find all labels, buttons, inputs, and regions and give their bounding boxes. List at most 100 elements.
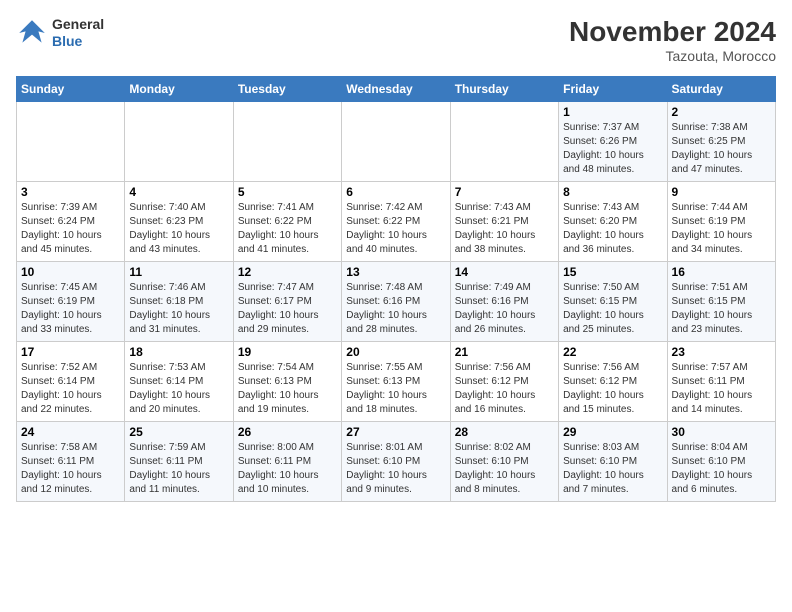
calendar-cell: 26 Sunrise: 8:00 AM Sunset: 6:11 PM Dayli… [233,422,341,502]
page-header: General Blue November 2024 Tazouta, Moro… [16,16,776,64]
location: Tazouta, Morocco [569,48,776,64]
day-number: 10 [21,265,120,279]
calendar-cell: 8 Sunrise: 7:43 AM Sunset: 6:20 PM Daylig… [559,182,667,262]
calendar-week-row: 3 Sunrise: 7:39 AM Sunset: 6:24 PM Daylig… [17,182,776,262]
day-info: Sunrise: 8:04 AM Sunset: 6:10 PM Dayligh… [672,441,771,497]
title-block: November 2024 Tazouta, Morocco [569,16,776,64]
weekday-header: Sunday [17,77,125,102]
calendar-week-row: 24 Sunrise: 7:58 AM Sunset: 6:11 PM Dayli… [17,422,776,502]
day-info: Sunrise: 7:57 AM Sunset: 6:11 PM Dayligh… [672,361,771,417]
day-info: Sunrise: 7:52 AM Sunset: 6:14 PM Dayligh… [21,361,120,417]
day-number: 16 [672,265,771,279]
day-number: 22 [563,345,662,359]
day-number: 18 [129,345,228,359]
day-number: 9 [672,185,771,199]
calendar-cell [125,102,233,182]
day-info: Sunrise: 8:03 AM Sunset: 6:10 PM Dayligh… [563,441,662,497]
calendar-cell: 13 Sunrise: 7:48 AM Sunset: 6:16 PM Dayli… [342,262,450,342]
calendar-cell: 30 Sunrise: 8:04 AM Sunset: 6:10 PM Dayli… [667,422,775,502]
day-number: 5 [238,185,337,199]
calendar-cell [450,102,558,182]
day-info: Sunrise: 7:59 AM Sunset: 6:11 PM Dayligh… [129,441,228,497]
day-info: Sunrise: 8:01 AM Sunset: 6:10 PM Dayligh… [346,441,445,497]
calendar-cell: 10 Sunrise: 7:45 AM Sunset: 6:19 PM Dayli… [17,262,125,342]
day-number: 29 [563,425,662,439]
day-info: Sunrise: 7:49 AM Sunset: 6:16 PM Dayligh… [455,281,554,337]
day-number: 3 [21,185,120,199]
calendar-cell [17,102,125,182]
calendar-cell: 22 Sunrise: 7:56 AM Sunset: 6:12 PM Dayli… [559,342,667,422]
calendar-cell: 4Sunrise: 7:40 AM Sunset: 6:23 PM Daylig… [125,182,233,262]
day-number: 7 [455,185,554,199]
day-info: Sunrise: 7:43 AM Sunset: 6:21 PM Dayligh… [455,201,554,257]
day-number: 1 [563,105,662,119]
day-number: 2 [672,105,771,119]
day-info: Sunrise: 7:58 AM Sunset: 6:11 PM Dayligh… [21,441,120,497]
calendar-cell: 24 Sunrise: 7:58 AM Sunset: 6:11 PM Dayli… [17,422,125,502]
calendar-table: SundayMondayTuesdayWednesdayThursdayFrid… [16,76,776,502]
calendar-cell [342,102,450,182]
logo-blue: Blue [52,33,104,50]
calendar-week-row: 1 Sunrise: 7:37 AM Sunset: 6:26 PM Daylig… [17,102,776,182]
day-number: 28 [455,425,554,439]
calendar-cell: 23 Sunrise: 7:57 AM Sunset: 6:11 PM Dayli… [667,342,775,422]
weekday-header: Saturday [667,77,775,102]
month-title: November 2024 [569,16,776,48]
day-number: 25 [129,425,228,439]
calendar-cell [233,102,341,182]
day-info: Sunrise: 7:43 AM Sunset: 6:20 PM Dayligh… [563,201,662,257]
weekday-header-row: SundayMondayTuesdayWednesdayThursdayFrid… [17,77,776,102]
day-number: 13 [346,265,445,279]
day-info: Sunrise: 7:38 AM Sunset: 6:25 PM Dayligh… [672,121,771,177]
logo: General Blue [16,16,104,50]
day-info: Sunrise: 7:50 AM Sunset: 6:15 PM Dayligh… [563,281,662,337]
day-info: Sunrise: 7:37 AM Sunset: 6:26 PM Dayligh… [563,121,662,177]
calendar-cell: 29 Sunrise: 8:03 AM Sunset: 6:10 PM Dayli… [559,422,667,502]
day-info: Sunrise: 7:42 AM Sunset: 6:22 PM Dayligh… [346,201,445,257]
weekday-header: Tuesday [233,77,341,102]
day-info: Sunrise: 7:56 AM Sunset: 6:12 PM Dayligh… [455,361,554,417]
calendar-cell: 9 Sunrise: 7:44 AM Sunset: 6:19 PM Daylig… [667,182,775,262]
day-number: 23 [672,345,771,359]
calendar-cell: 19 Sunrise: 7:54 AM Sunset: 6:13 PM Dayli… [233,342,341,422]
calendar-week-row: 10 Sunrise: 7:45 AM Sunset: 6:19 PM Dayli… [17,262,776,342]
calendar-cell: 18Sunrise: 7:53 AM Sunset: 6:14 PM Dayli… [125,342,233,422]
calendar-cell: 6Sunrise: 7:42 AM Sunset: 6:22 PM Daylig… [342,182,450,262]
weekday-header: Monday [125,77,233,102]
day-info: Sunrise: 7:46 AM Sunset: 6:18 PM Dayligh… [129,281,228,337]
day-number: 21 [455,345,554,359]
calendar-cell: 25 Sunrise: 7:59 AM Sunset: 6:11 PM Dayli… [125,422,233,502]
calendar-cell: 11 Sunrise: 7:46 AM Sunset: 6:18 PM Dayli… [125,262,233,342]
day-info: Sunrise: 7:56 AM Sunset: 6:12 PM Dayligh… [563,361,662,417]
day-number: 12 [238,265,337,279]
day-number: 11 [129,265,228,279]
weekday-header: Wednesday [342,77,450,102]
day-info: Sunrise: 8:00 AM Sunset: 6:11 PM Dayligh… [238,441,337,497]
day-info: Sunrise: 7:45 AM Sunset: 6:19 PM Dayligh… [21,281,120,337]
calendar-cell: 21 Sunrise: 7:56 AM Sunset: 6:12 PM Dayli… [450,342,558,422]
day-number: 14 [455,265,554,279]
logo-general: General [52,16,104,33]
day-number: 8 [563,185,662,199]
day-number: 19 [238,345,337,359]
calendar-cell: 5 Sunrise: 7:41 AM Sunset: 6:22 PM Daylig… [233,182,341,262]
day-info: Sunrise: 7:44 AM Sunset: 6:19 PM Dayligh… [672,201,771,257]
calendar-cell: 27Sunrise: 8:01 AM Sunset: 6:10 PM Dayli… [342,422,450,502]
day-number: 26 [238,425,337,439]
day-info: Sunrise: 7:55 AM Sunset: 6:13 PM Dayligh… [346,361,445,417]
calendar-cell: 15 Sunrise: 7:50 AM Sunset: 6:15 PM Dayli… [559,262,667,342]
calendar-cell: 14 Sunrise: 7:49 AM Sunset: 6:16 PM Dayli… [450,262,558,342]
calendar-cell: 3 Sunrise: 7:39 AM Sunset: 6:24 PM Daylig… [17,182,125,262]
day-info: Sunrise: 7:48 AM Sunset: 6:16 PM Dayligh… [346,281,445,337]
day-info: Sunrise: 7:41 AM Sunset: 6:22 PM Dayligh… [238,201,337,257]
day-number: 24 [21,425,120,439]
calendar-cell: 2 Sunrise: 7:38 AM Sunset: 6:25 PM Daylig… [667,102,775,182]
calendar-cell: 1 Sunrise: 7:37 AM Sunset: 6:26 PM Daylig… [559,102,667,182]
logo-icon [16,17,48,49]
day-number: 30 [672,425,771,439]
calendar-cell: 28Sunrise: 8:02 AM Sunset: 6:10 PM Dayli… [450,422,558,502]
day-number: 15 [563,265,662,279]
day-info: Sunrise: 7:54 AM Sunset: 6:13 PM Dayligh… [238,361,337,417]
day-info: Sunrise: 7:39 AM Sunset: 6:24 PM Dayligh… [21,201,120,257]
weekday-header: Thursday [450,77,558,102]
